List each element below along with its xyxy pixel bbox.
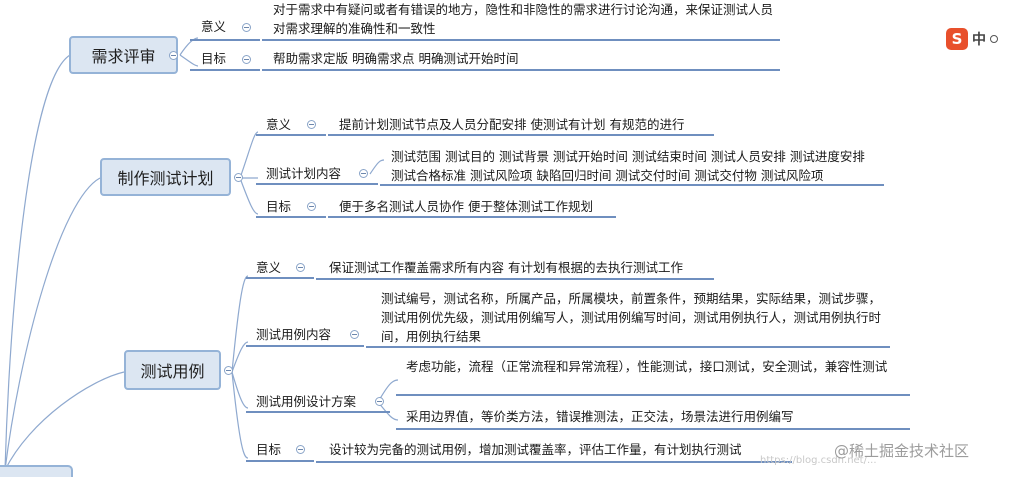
branch-underline [246,277,314,279]
plan-goal-text: 便于多名测试人员协作 便于整体测试工作规划 [339,199,593,214]
collapse-icon[interactable] [375,397,384,406]
collapse-icon[interactable] [234,173,243,182]
branch-underline [366,346,890,348]
branch-underline [262,69,780,71]
branch-underline [396,394,910,396]
branch-underline [316,278,714,280]
branch-underline [190,39,260,41]
branch-underline [328,134,714,136]
cases-meaning-text: 保证测试工作覆盖需求所有内容 有计划有根据的去执行测试工作 [329,260,683,275]
review-goal-text: 帮助需求定版 明确需求点 明确测试开始时间 [273,51,519,66]
sogou-logo-icon: S [946,28,968,50]
branch-underline [246,460,314,462]
topic-test-plan[interactable]: 制作测试计划 [100,158,231,196]
ime-mode-label: 中 [972,32,986,48]
cases-meaning-label: 意义 [256,260,282,275]
collapse-icon[interactable] [359,169,368,178]
branch-underline [328,216,616,218]
collapse-icon[interactable] [307,202,316,211]
cases-goal-text: 设计较为完备的测试用例，增加测试覆盖率，评估工作量，有计划执行测试 [329,442,742,457]
branch-underline [262,39,780,41]
cases-design-item: 采用边界值，等价类方法，错误推测法，正交法，场景法进行用例编写 [406,409,794,424]
topic-label: 制作测试计划 [117,169,214,188]
branch-underline [246,411,390,413]
watermark: @稀土掘金技术社区 [834,442,970,460]
topic-label: 需求评审 [91,47,156,66]
branch-underline [380,184,884,186]
root-topic-edge [0,465,73,477]
branch-underline [316,461,792,463]
branch-underline [256,134,326,136]
plan-goal-label: 目标 [266,199,292,214]
plan-content-text: 测试范围 测试目的 测试背景 测试开始时间 测试结束时间 测试人员安排 测试进度… [391,149,865,183]
cases-design-item: 考虑功能，流程（正常流程和异常流程），性能测试，接口测试，安全测试，兼容性测试 [406,359,888,374]
collapse-icon[interactable] [224,366,233,375]
review-meaning-label: 意义 [201,19,227,34]
collapse-icon[interactable] [307,120,316,129]
review-goal-label: 目标 [201,51,227,66]
plan-meaning-text: 提前计划测试节点及人员分配安排 使测试有计划 有规范的进行 [339,117,685,132]
plan-meaning-label: 意义 [266,117,292,132]
branch-underline [246,345,364,347]
cases-content-text: 测试编号，测试名称，所属产品，所属模块，前置条件，预期结果，实际结果，测试步骤，… [381,291,882,344]
collapse-icon[interactable] [296,263,305,272]
ime-indicator[interactable]: S 中 [946,28,998,50]
review-meaning-text: 对于需求中有疑问或者有错误的地方，隐性和非隐性的需求进行讨论沟通，来保证测试人员… [273,2,774,36]
collapse-icon[interactable] [296,445,305,454]
topic-test-cases[interactable]: 测试用例 [124,350,221,390]
cases-design-label: 测试用例设计方案 [256,394,357,409]
branch-underline [256,216,326,218]
branch-underline [256,183,378,185]
collapse-icon[interactable] [242,23,251,32]
plan-content-label: 测试计划内容 [266,166,342,181]
collapse-icon[interactable] [242,55,251,64]
punctuation-mode-icon [990,35,998,43]
topic-requirement-review[interactable]: 需求评审 [69,36,178,74]
branch-underline [396,428,910,430]
collapse-icon[interactable] [169,51,178,60]
collapse-icon[interactable] [350,330,359,339]
branch-underline [190,69,260,71]
cases-goal-label: 目标 [256,442,282,457]
topic-label: 测试用例 [140,362,205,381]
cases-content-label: 测试用例内容 [256,327,332,342]
